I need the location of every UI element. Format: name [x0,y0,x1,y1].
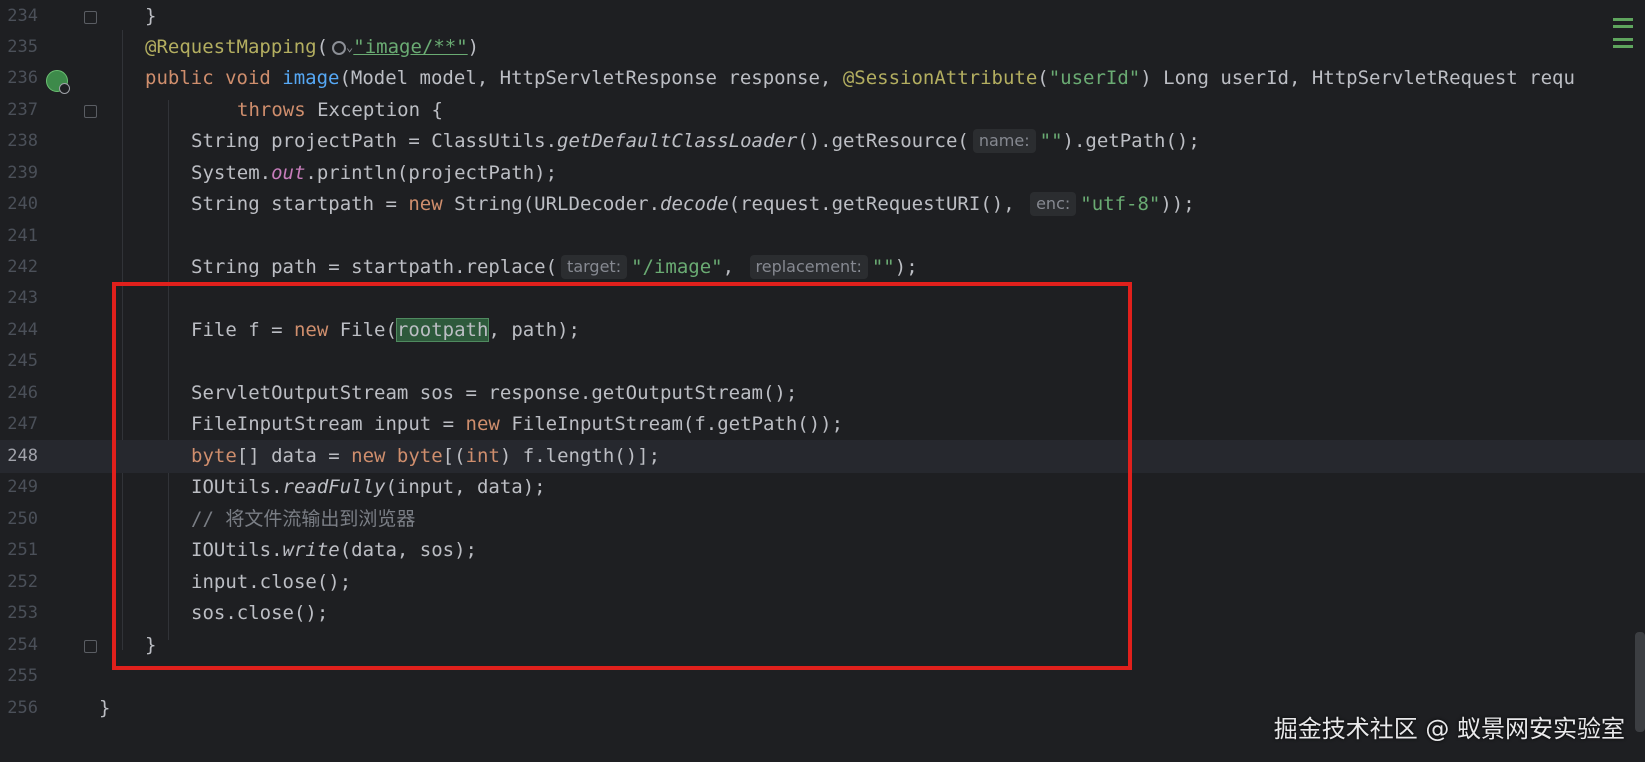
line-number: 249 [7,477,38,497]
code-line: 236 public void image(Model model, HttpS… [0,62,1645,95]
line-number: 255 [7,666,38,686]
fold-toggle-icon[interactable] [84,105,97,118]
code-line: 237 throws Exception { [0,94,1645,127]
line-number: 237 [7,100,38,120]
highlight-box [112,282,1132,670]
watermark: 掘金技术社区 @ 蚁景网安实验室 [1273,715,1625,743]
web-endpoint-icon[interactable] [46,70,70,94]
line-number: 240 [7,194,38,214]
parameter-hint: enc: [1030,192,1077,216]
line-number: 246 [7,383,38,403]
code-line: 242 String path = startpath.replace(targ… [0,251,1645,284]
parameter-hint: target: [561,255,628,279]
line-number: 235 [7,37,38,57]
scrollbar-markers [1613,18,1633,52]
code-line: 240 String startpath = new String(URLDec… [0,188,1645,221]
line-number: 243 [7,288,38,308]
line-number: 238 [7,131,38,151]
parameter-hint: name: [972,129,1036,153]
line-number: 242 [7,257,38,277]
code-editor[interactable]: 234 } 235 @RequestMapping(⌄"image/**") 2… [0,0,1645,762]
line-number: 256 [7,698,38,718]
code-line: 241 [0,220,1645,253]
code-line: 239 System.out.println(projectPath); [0,157,1645,190]
line-number: 254 [7,635,38,655]
fold-toggle-icon[interactable] [84,640,97,653]
scrollbar-thumb[interactable] [1635,632,1645,732]
line-number: 239 [7,163,38,183]
parameter-hint: replacement: [749,255,868,279]
code-line: 238 String projectPath = ClassUtils.getD… [0,125,1645,158]
line-number: 241 [7,226,38,246]
line-number: 245 [7,351,38,371]
line-number: 244 [7,320,38,340]
line-number: 252 [7,572,38,592]
line-number: 236 [7,68,38,88]
fold-toggle-icon[interactable] [84,11,97,24]
line-number: 248 [7,446,38,466]
line-number: 253 [7,603,38,623]
code-line: 235 @RequestMapping(⌄"image/**") [0,31,1645,64]
line-number: 247 [7,414,38,434]
line-number: 234 [7,6,38,26]
line-number: 250 [7,509,38,529]
globe-icon[interactable] [332,41,347,55]
line-number: 251 [7,540,38,560]
code-line: 234 } [0,0,1645,33]
